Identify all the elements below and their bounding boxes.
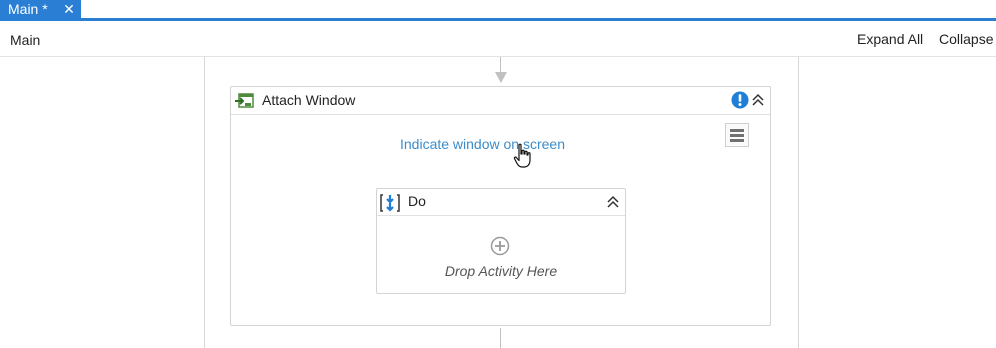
hand-cursor-icon [513,143,531,168]
tab-main-label: Main * [8,1,48,17]
collapse-all-button[interactable]: Collapse All [939,31,996,47]
flow-arrow-icon [495,72,507,83]
flow-connector [500,328,501,348]
activity-title: Attach Window [262,92,356,108]
attach-window-activity[interactable]: Attach Window Indicate window on screen [230,86,771,326]
add-icon[interactable] [490,236,510,256]
expand-all-button[interactable]: Expand All [857,31,923,47]
workflow-designer: Main * ✕ Main Expand All Collapse All At… [0,0,996,348]
flow-connector [500,57,501,72]
do-sequence[interactable]: Do Drop Activity Here [376,188,626,294]
do-title: Do [408,193,426,209]
sequence-icon [380,194,400,212]
activity-header: Attach Window [231,87,770,115]
document-tab-bar: Main * ✕ [0,0,996,21]
close-icon[interactable]: ✕ [61,0,77,18]
breadcrumb[interactable]: Main [10,32,40,48]
warning-icon[interactable] [731,91,749,109]
do-header: Do [377,189,625,216]
drop-activity-hint: Drop Activity Here [444,263,558,279]
indicate-window-link[interactable]: Indicate window on screen [400,136,565,152]
attach-window-icon [235,93,254,108]
collapse-icon[interactable] [751,93,765,107]
breadcrumb-bar: Main Expand All Collapse All [0,21,996,57]
menu-icon[interactable] [725,123,749,147]
collapse-icon[interactable] [606,195,620,209]
